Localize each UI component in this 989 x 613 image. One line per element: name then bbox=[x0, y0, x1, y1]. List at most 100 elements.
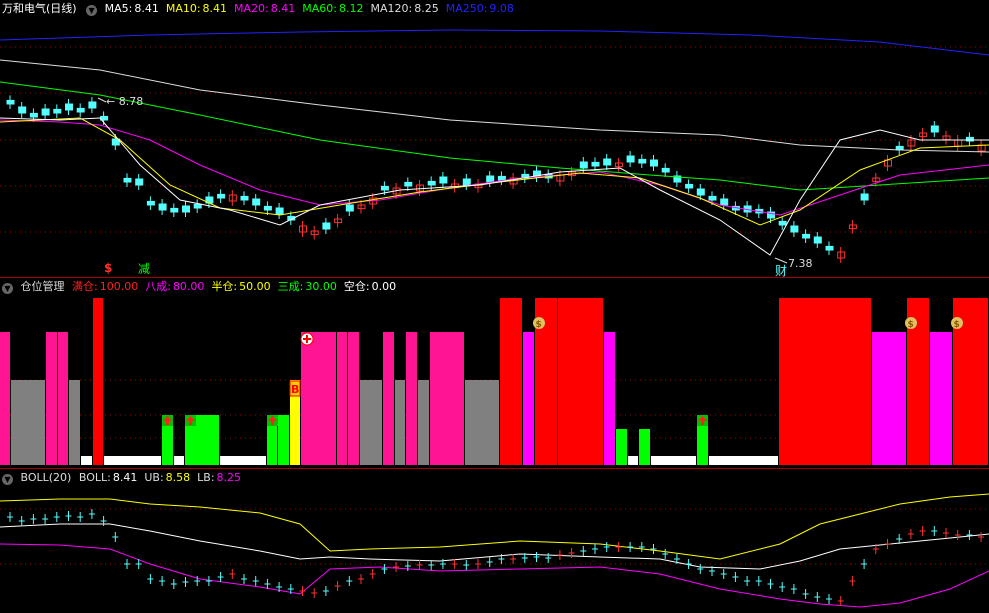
candle-body bbox=[135, 178, 144, 186]
position.legend-label-1: 八成: bbox=[145, 280, 171, 293]
position-bar bbox=[406, 332, 417, 465]
candle-body bbox=[193, 203, 202, 209]
candle-body bbox=[626, 155, 635, 163]
candle-body bbox=[720, 198, 729, 206]
position-bar bbox=[639, 429, 650, 465]
position-panel[interactable]: $ $ $ B ▼ 仓位管理 满仓: 100.00 八成: 80.00 半仓: 50.00 三成:… bbox=[0, 278, 989, 468]
price-chart-panel[interactable]: ← 8.78 7.38 $ 减财 万和电气(日线) ▼ MA5: 8.41 MA10: 8.… bbox=[0, 0, 989, 277]
candle-body bbox=[29, 112, 38, 118]
position-bar bbox=[628, 456, 638, 465]
position-bar bbox=[616, 429, 627, 465]
ma10-line bbox=[0, 117, 989, 226]
candle-body bbox=[439, 176, 448, 184]
main.ma-value-3: 8.12 bbox=[338, 2, 364, 15]
candle-body bbox=[825, 245, 834, 251]
candle-body bbox=[650, 159, 658, 167]
position.legend-value-3: 30.00 bbox=[305, 280, 337, 293]
main.ma-label-4: MA120: bbox=[370, 2, 413, 15]
position.legend-label-3: 三成: bbox=[277, 280, 304, 293]
position.legend-value-2: 50.00 bbox=[239, 280, 271, 293]
money-bag-icon: $ bbox=[908, 320, 914, 330]
main.ma-label-5: MA250: bbox=[445, 2, 488, 15]
position-bar bbox=[360, 380, 382, 465]
candle-body bbox=[345, 204, 354, 212]
position-bar bbox=[418, 380, 429, 465]
boll.items-value-0: 8.41 bbox=[112, 471, 138, 484]
candle-body bbox=[146, 200, 155, 206]
boll.items-label-1: UB: bbox=[144, 471, 164, 484]
position.legend-value-1: 80.00 bbox=[172, 280, 205, 293]
candle-body bbox=[579, 161, 588, 169]
position.legend-label-2: 半仓: bbox=[211, 280, 238, 293]
main.ma-label-2: MA20: bbox=[234, 2, 269, 15]
boll-legend-bar: ▼ BOLL(20) BOLL: 8.41 UB: 8.58 LB: 8.25 bbox=[0, 469, 252, 486]
candle-body bbox=[685, 183, 694, 189]
boll.items-label-2: LB: bbox=[197, 471, 215, 484]
boll.items-value-1: 8.58 bbox=[165, 471, 191, 484]
position-bar bbox=[46, 332, 57, 465]
candle-body bbox=[603, 158, 612, 166]
position-bar bbox=[651, 456, 696, 465]
boll.items-label-0: BOLL: bbox=[78, 471, 111, 484]
money-bag-icon: $ bbox=[536, 320, 542, 330]
boll-title: BOLL(20) bbox=[20, 471, 72, 484]
dropdown-icon[interactable]: ▼ bbox=[2, 283, 13, 294]
position.legend-label-4: 空仓: bbox=[343, 280, 370, 293]
high-pointer bbox=[97, 97, 107, 103]
candle-body bbox=[252, 198, 261, 206]
position-bar bbox=[383, 332, 394, 465]
candle-body bbox=[661, 167, 670, 173]
position-bar bbox=[872, 332, 906, 465]
position-chart-svg: $ $ $ B bbox=[0, 298, 989, 465]
position-bar bbox=[348, 332, 359, 465]
position-bar bbox=[220, 456, 266, 465]
candle-body bbox=[708, 195, 717, 201]
candle-body bbox=[404, 181, 413, 187]
candle-body bbox=[76, 107, 85, 113]
position-bar bbox=[523, 332, 534, 465]
price-chart-svg: ← 8.78 7.38 $ 减 财 bbox=[0, 29, 989, 277]
position-legend: 满仓: 100.00 八成: 80.00 半仓: 50.00 三成: 30.00 空仓: 0.00 bbox=[72, 280, 403, 293]
ma250-line bbox=[0, 29, 989, 56]
candle-body bbox=[170, 207, 179, 213]
stock-title: 万和电气(日线) bbox=[2, 2, 77, 15]
low-price-label: 7.38 bbox=[788, 257, 813, 270]
position-bar bbox=[0, 332, 10, 465]
position-bar bbox=[301, 332, 336, 465]
candle-body bbox=[696, 188, 705, 196]
candle-body bbox=[790, 225, 799, 233]
position-bar bbox=[81, 456, 92, 465]
signal-s-marker: $ bbox=[104, 261, 112, 275]
position-bar bbox=[779, 298, 871, 465]
boll-panel[interactable]: ▼ BOLL(20) BOLL: 8.41 UB: 8.58 LB: 8.25 bbox=[0, 469, 989, 613]
position.legend-value-4: 0.00 bbox=[371, 280, 397, 293]
candle-body bbox=[497, 175, 506, 181]
ma-legend-bar: 万和电气(日线) ▼ MA5: 8.41 MA10: 8.41 MA20: 8.41 MA6… bbox=[0, 0, 525, 17]
dropdown-icon[interactable]: ▼ bbox=[2, 474, 13, 485]
candle-body bbox=[65, 103, 73, 111]
main.ma-value-2: 8.41 bbox=[270, 2, 296, 15]
candle-body bbox=[240, 195, 249, 201]
candle-body bbox=[182, 205, 190, 213]
position-bar bbox=[558, 298, 603, 465]
position-bar bbox=[500, 298, 522, 465]
signal-reduce-marker: 减 bbox=[138, 262, 150, 276]
dropdown-icon[interactable]: ▼ bbox=[86, 5, 98, 16]
position-title: 仓位管理 bbox=[20, 280, 65, 293]
candle-body bbox=[591, 161, 600, 167]
candle-body bbox=[88, 101, 97, 109]
candle-body bbox=[41, 108, 50, 116]
main.ma-value-4: 8.25 bbox=[414, 2, 439, 15]
boll.items-value-2: 8.25 bbox=[216, 471, 242, 484]
candle-body bbox=[263, 205, 272, 211]
position-bar bbox=[395, 380, 405, 465]
main.ma-label-3: MA60: bbox=[302, 2, 337, 15]
candle-body bbox=[802, 233, 811, 239]
main.ma-value-5: 9.08 bbox=[489, 2, 514, 15]
main.ma-label-0: MA5: bbox=[104, 2, 133, 15]
position-bar bbox=[337, 332, 347, 465]
position-bar bbox=[11, 380, 45, 465]
main.ma-value-1: 8.41 bbox=[202, 2, 228, 15]
candle-body bbox=[322, 222, 331, 230]
low-pointer bbox=[774, 257, 788, 264]
